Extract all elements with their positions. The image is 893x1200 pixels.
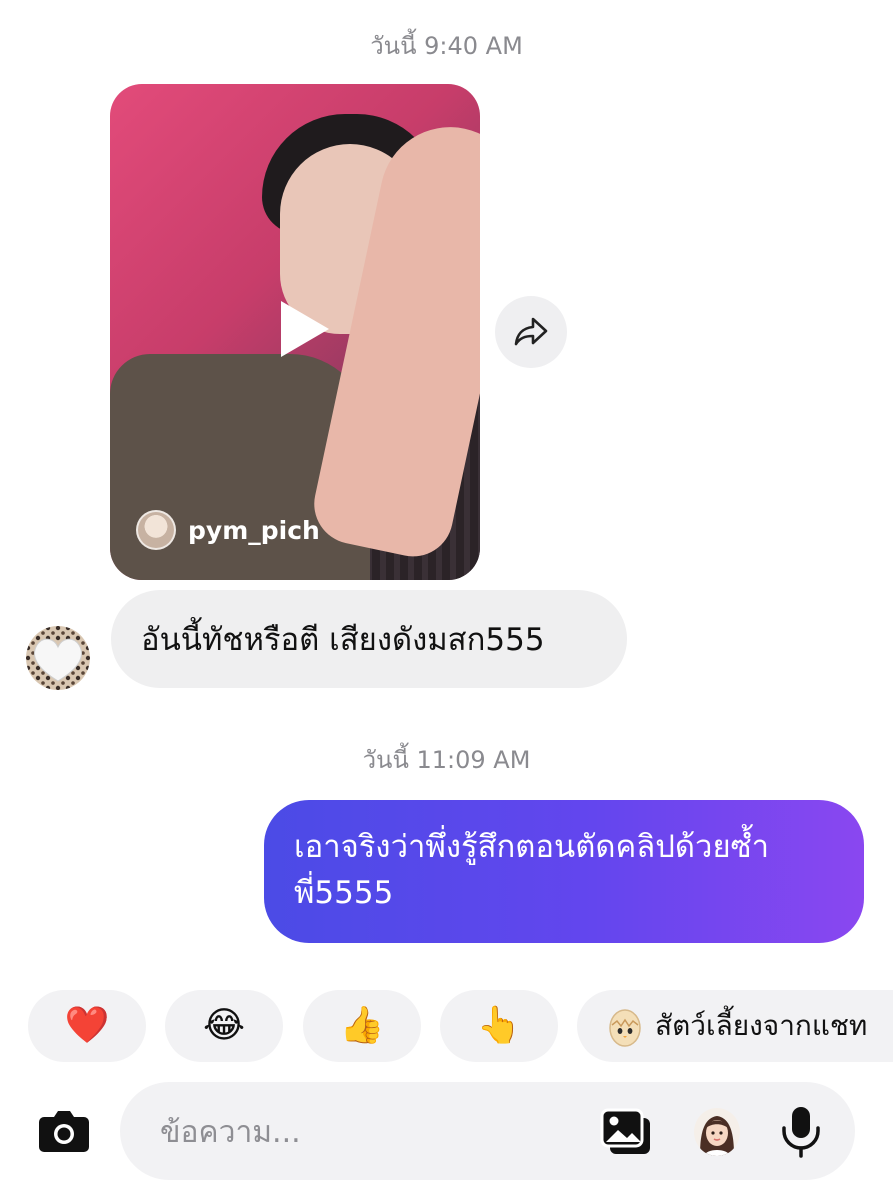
thumbs-up-icon: 👍: [339, 1005, 385, 1046]
shared-reel[interactable]: pym_pich: [110, 84, 480, 580]
share-arrow-icon: [514, 317, 548, 346]
message-input[interactable]: [158, 1106, 562, 1158]
chat-screen: วันนี้ 9:40 AM pym_pich อันนี้ทัชหรือตี …: [0, 0, 893, 1200]
message-composer: [120, 1082, 855, 1180]
avatar-sticker-icon[interactable]: [694, 1108, 740, 1156]
gallery-icon[interactable]: [600, 1108, 654, 1156]
incoming-message-text: อันนี้ทัชหรือตี เสียงดังมสก555: [141, 622, 545, 658]
camera-icon[interactable]: [38, 1107, 90, 1153]
outgoing-message[interactable]: เอาจริงว่าพึ่งรู้สึกตอนตัดคลิปด้วยซ้ำพี่…: [264, 800, 864, 943]
quick-reaction-bar: ❤️ 😂 👍 👆 สัตว์เลี้ยงจากแชท: [28, 990, 893, 1062]
white-heart-icon[interactable]: [25, 625, 91, 691]
reaction-thumbs-up-button[interactable]: 👍: [303, 990, 421, 1062]
heart-icon: ❤️: [64, 1005, 110, 1046]
play-icon[interactable]: [273, 299, 333, 359]
reel-author-avatar: [136, 510, 176, 550]
chat-pet-button[interactable]: สัตว์เลี้ยงจากแชท: [577, 990, 893, 1062]
timestamp: วันนี้ 11:09 AM: [362, 746, 531, 774]
reaction-heart-button[interactable]: ❤️: [28, 990, 146, 1062]
egg-icon: [609, 1009, 641, 1047]
incoming-message[interactable]: อันนี้ทัชหรือตี เสียงดังมสก555: [111, 590, 627, 688]
laugh-emoji-icon: 😂: [202, 1005, 246, 1046]
microphone-icon[interactable]: [780, 1106, 822, 1158]
chat-pet-label: สัตว์เลี้ยงจากแชท: [655, 1009, 868, 1042]
share-button[interactable]: [495, 296, 567, 368]
outgoing-message-text: เอาจริงว่าพึ่งรู้สึกตอนตัดคลิปด้วยซ้ำพี่…: [294, 829, 770, 911]
pointing-hand-icon: 👆: [476, 1005, 522, 1046]
reel-username: pym_pich: [188, 515, 320, 545]
reaction-laugh-button[interactable]: 😂: [165, 990, 283, 1062]
reaction-point-button[interactable]: 👆: [440, 990, 558, 1062]
reel-author[interactable]: pym_pich: [136, 510, 320, 550]
timestamp: วันนี้ 9:40 AM: [370, 32, 523, 60]
